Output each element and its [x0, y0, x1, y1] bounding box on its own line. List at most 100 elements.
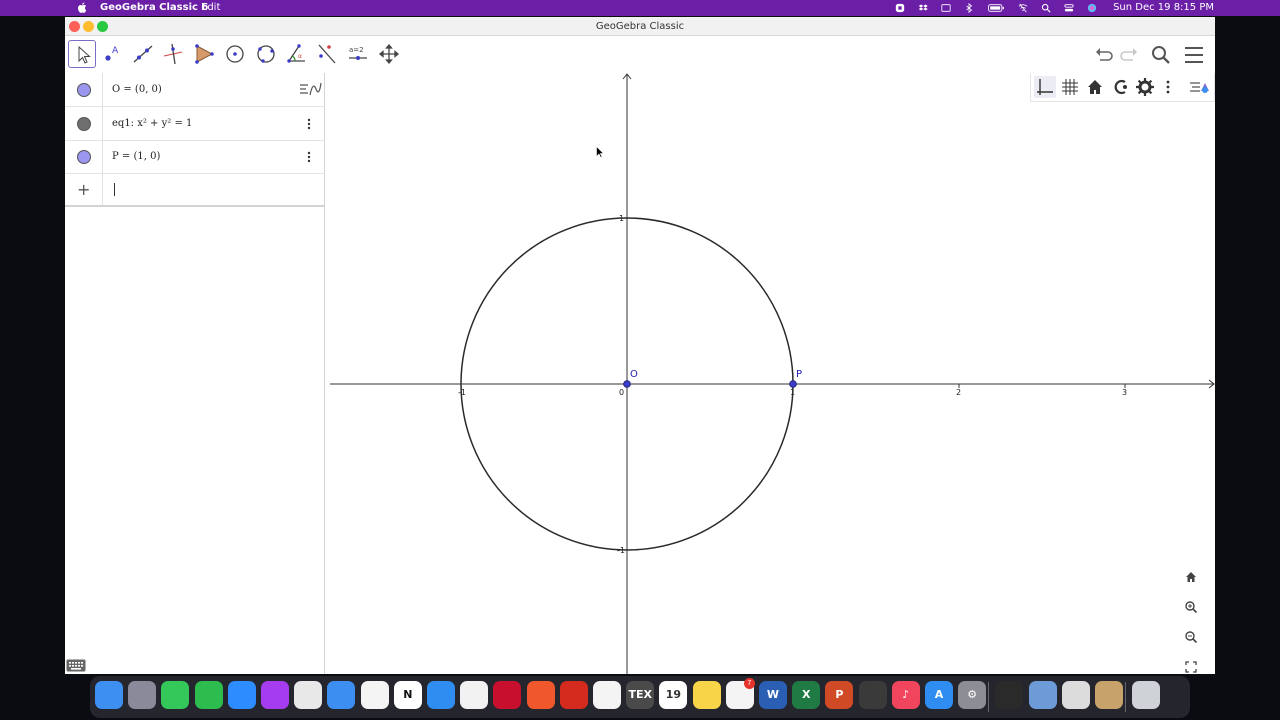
dock-brave-icon[interactable] — [526, 681, 555, 709]
menu-app-name[interactable]: GeoGebra Classic 6 — [100, 0, 208, 16]
dock-notes-icon[interactable] — [692, 681, 721, 709]
window-close-button[interactable] — [69, 21, 80, 32]
standard-view-button[interactable] — [1084, 76, 1106, 98]
dock-trash-icon[interactable] — [1132, 681, 1161, 709]
more-vert-icon[interactable] — [303, 118, 315, 130]
more-options-button[interactable] — [1157, 76, 1179, 98]
dropbox-icon[interactable] — [917, 3, 929, 13]
window-minimize-button[interactable] — [83, 21, 94, 32]
algebra-row[interactable]: eq1: x² + y² = 1 — [65, 107, 325, 141]
dock-quicktime-icon[interactable] — [858, 681, 887, 709]
visibility-toggle[interactable] — [77, 117, 91, 131]
visibility-toggle[interactable] — [77, 150, 91, 164]
window-zoom-button[interactable] — [97, 21, 108, 32]
line-tool-icon — [133, 45, 153, 63]
dock-facetime-icon[interactable] — [194, 681, 223, 709]
dock-blender-icon[interactable] — [995, 681, 1024, 709]
toggle-grid-button[interactable] — [1059, 76, 1081, 98]
undo-icon — [1096, 48, 1113, 61]
spotlight-icon[interactable] — [1040, 3, 1052, 13]
algebra-row[interactable]: O = (0, 0) — [65, 73, 325, 107]
dock-scanner-icon[interactable] — [1061, 681, 1090, 709]
dock-photo-stack-icon[interactable] — [1095, 681, 1123, 709]
perpendicular-line-tool-button[interactable] — [159, 40, 187, 68]
apple-icon[interactable] — [78, 2, 87, 13]
algebra-expression[interactable]: P = (1, 0) — [112, 140, 160, 173]
dock-photos-icon[interactable] — [360, 681, 389, 709]
redo-button[interactable] — [1117, 43, 1141, 67]
main-menu-button[interactable] — [1182, 43, 1206, 67]
point-P[interactable] — [789, 380, 797, 388]
search-button[interactable] — [1149, 43, 1173, 67]
fullscreen-button[interactable] — [1180, 656, 1202, 674]
graphics-canvas[interactable]: -1 0 1 2 31-1 OP — [330, 73, 1215, 674]
dock-messenger-icon[interactable] — [261, 681, 289, 709]
dock-badge: 7 — [743, 678, 755, 689]
bluetooth-icon[interactable] — [963, 3, 975, 13]
battery-icon[interactable] — [986, 3, 1006, 13]
dock-mail-icon[interactable] — [327, 681, 356, 709]
dock-chrome-icon[interactable] — [460, 681, 489, 709]
dock-finder-icon[interactable] — [95, 681, 123, 709]
dock-system-preferences-icon[interactable]: ⚙ — [958, 681, 987, 709]
dock-powerpoint-icon[interactable]: P — [825, 681, 854, 709]
visibility-toggle[interactable] — [77, 83, 91, 97]
undo-button[interactable] — [1092, 43, 1116, 67]
polygon-tool-button[interactable] — [190, 40, 218, 68]
more-vert-icon[interactable] — [303, 151, 315, 163]
circle-center-point-tool-button[interactable] — [221, 40, 249, 68]
keyboard-icon[interactable] — [66, 659, 86, 672]
slider-tool-button[interactable]: a=2 — [344, 40, 372, 68]
point-tool-button[interactable]: A — [98, 40, 126, 68]
graphics-settings-button[interactable] — [1134, 76, 1156, 98]
siri-icon[interactable] — [1086, 3, 1098, 13]
dock-safari-icon[interactable] — [427, 681, 455, 709]
dock-excel-glyph: X — [801, 688, 811, 701]
wifi-off-icon[interactable] — [1017, 3, 1029, 13]
move-tool-button[interactable] — [68, 40, 96, 68]
plus-icon[interactable]: + — [77, 180, 90, 199]
angle-tool-button[interactable]: α — [283, 40, 311, 68]
home-view-button[interactable] — [1180, 566, 1202, 588]
dock-texmaker-icon[interactable]: TEX — [626, 681, 655, 709]
zoom-out-button[interactable] — [1180, 626, 1202, 648]
dock-mendeley-icon[interactable] — [493, 681, 522, 709]
dock-slack-icon[interactable] — [294, 681, 323, 709]
dock-word-icon[interactable]: W — [759, 681, 787, 709]
algebra-input-row[interactable]: + — [65, 173, 325, 207]
move-graphics-view-tool-button[interactable] — [375, 40, 403, 68]
dock-reminders-icon[interactable]: 7 — [725, 678, 755, 709]
zoom-in-button[interactable] — [1180, 596, 1202, 618]
circle-three-points-tool-button[interactable] — [252, 40, 280, 68]
dock-zoom-icon[interactable] — [227, 681, 256, 709]
point-capturing-button[interactable] — [1109, 76, 1131, 98]
point-label-O[interactable]: O — [630, 369, 638, 380]
point-label-P[interactable]: P — [796, 369, 802, 380]
style-bar-toggle-button[interactable] — [1188, 76, 1210, 98]
screen-icon[interactable] — [940, 3, 952, 13]
dock-app-store-icon[interactable]: A — [925, 681, 953, 709]
dock-preview-icon[interactable] — [1028, 681, 1057, 709]
dock-calendar-icon[interactable]: 19 — [659, 681, 688, 709]
line-tool-button[interactable] — [129, 40, 157, 68]
graphics-view[interactable]: -1 0 1 2 3 1 -1 OP — [330, 73, 1215, 674]
dock-messages-icon[interactable] — [161, 681, 190, 709]
dock-notion-icon[interactable]: N — [393, 681, 422, 709]
reflect-tool-button[interactable] — [313, 40, 341, 68]
control-center-icon[interactable] — [1063, 3, 1075, 13]
point-O[interactable] — [623, 380, 631, 388]
dock-music-icon[interactable]: ♪ — [891, 681, 920, 709]
menu-edit[interactable]: Edit — [201, 0, 220, 16]
toggle-axes-button[interactable] — [1034, 76, 1056, 98]
dock-geogebra-classic-icon[interactable] — [593, 681, 621, 709]
record-icon[interactable] — [894, 3, 906, 13]
algebra-expression[interactable]: O = (0, 0) — [112, 73, 162, 106]
menu-clock[interactable]: Sun Dec 19 8:15 PM — [1113, 0, 1214, 16]
algebra-row[interactable]: P = (1, 0) — [65, 140, 325, 174]
dock-gear-app-icon[interactable] — [559, 681, 588, 709]
dock-launchpad-icon[interactable] — [128, 681, 157, 709]
dock-excel-icon[interactable]: X — [792, 681, 821, 709]
dock-notion-glyph: N — [403, 688, 413, 701]
algebra-expression[interactable]: eq1: x² + y² = 1 — [112, 107, 192, 140]
algebra-description-toggle-icon[interactable] — [297, 79, 323, 99]
